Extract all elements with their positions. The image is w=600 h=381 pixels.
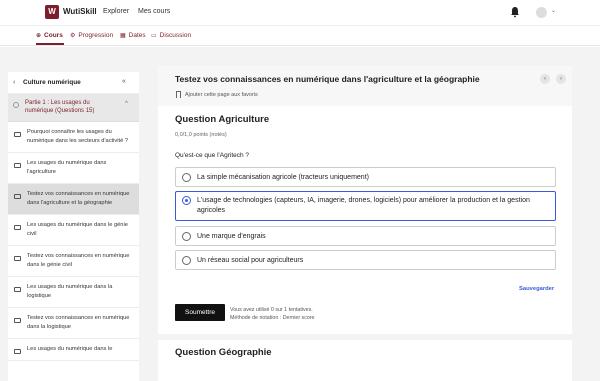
nav-explorer[interactable]: Explorer <box>103 8 129 15</box>
tab-label: Progression <box>78 32 114 39</box>
unit-icon <box>14 132 21 137</box>
tab-label: Cours <box>44 32 63 39</box>
nav-mes-cours[interactable]: Mes cours <box>138 8 170 15</box>
unit-icon <box>14 287 21 292</box>
sidebar-item[interactable]: Testez vos connaissances en numérique da… <box>8 246 139 277</box>
option-label: La simple mécanisation agricole (tracteu… <box>197 174 369 181</box>
gear-icon: ⚙ <box>70 33 76 39</box>
bookmark-icon <box>176 91 181 98</box>
option-label: Une marque d'engrais <box>197 233 266 240</box>
question-divider <box>158 334 572 340</box>
unit-header: Testez vos connaissances en numérique da… <box>158 66 572 106</box>
sidebar-item-label: Les usages du numérique dans le <box>27 346 113 352</box>
submit-button[interactable]: Soumettre <box>175 304 225 321</box>
save-link[interactable]: Sauvegarder <box>519 286 554 292</box>
sidebar-item-label: Testez vos connaissances en numérique da… <box>27 315 130 330</box>
previous-unit-button[interactable]: ‹ <box>540 74 550 84</box>
chevron-down-icon[interactable]: ⌄ <box>551 7 556 14</box>
radio-button[interactable] <box>182 256 191 265</box>
radio-button[interactable] <box>182 232 191 241</box>
book-icon: ⊕ <box>36 33 42 39</box>
page-title: Testez vos connaissances en numérique da… <box>175 74 480 84</box>
bookmark-link[interactable]: Ajouter cette page aux favoris <box>176 91 258 98</box>
main-content: Testez vos connaissances en numérique da… <box>158 66 572 381</box>
sidebar-item-label: Les usages du numérique dans la logistiq… <box>27 284 113 299</box>
attempts-info: Vous avez utilisé 0 sur 1 tentatives. Mé… <box>230 306 315 322</box>
question-title: Question Agriculture <box>175 114 270 125</box>
sidebar-header: ‹ Culture numérique « <box>8 72 139 94</box>
chat-icon: ▭ <box>151 33 157 39</box>
unit-icon <box>14 194 21 199</box>
top-bar: W WutiSkill Explorer Mes cours ⌄ <box>0 0 600 26</box>
radio-button-selected[interactable] <box>182 196 191 205</box>
unit-icon <box>14 256 21 261</box>
tab-cours[interactable]: ⊕ Cours <box>36 32 63 39</box>
section-label: Partie 1 : Les usages du numérique (Ques… <box>25 100 95 114</box>
course-tabs: ⊕ Cours ⚙ Progression ▦ Dates ▭ Discussi… <box>0 26 600 46</box>
tab-progression[interactable]: ⚙ Progression <box>70 32 113 39</box>
grading-method: Méthode de notation : Dernier score <box>230 315 315 321</box>
brand-name[interactable]: WutiSkill <box>63 7 97 16</box>
option-label: Un réseau social pour agriculteurs <box>197 257 304 264</box>
sidebar-item-label: Testez vos connaissances en numérique da… <box>27 253 130 268</box>
sidebar-item[interactable]: Pourquoi connaître les usages du numériq… <box>8 122 139 153</box>
chevron-up-icon[interactable]: ^ <box>125 101 128 107</box>
sidebar-item[interactable]: Les usages du numérique dans le <box>8 339 139 361</box>
tab-label: Discussion <box>159 32 192 39</box>
next-unit-button[interactable]: › <box>556 74 566 84</box>
tab-discussion[interactable]: ▭ Discussion <box>151 32 191 39</box>
tab-label: Dates <box>128 32 146 39</box>
sidebar-item[interactable]: Les usages du numérique dans le génie ci… <box>8 215 139 246</box>
question-title: Question Géographie <box>175 347 272 358</box>
unit-icon <box>14 225 21 230</box>
option-label: L'usage de technologies (capteurs, IA, i… <box>197 197 530 214</box>
logo[interactable]: W <box>45 5 59 19</box>
back-chevron-icon[interactable]: ‹ <box>13 79 15 86</box>
section-status-icon <box>13 102 19 108</box>
sidebar-item-label: Pourquoi connaître les usages du numériq… <box>27 129 128 144</box>
question-prompt: Qu'est-ce que l'Agritech ? <box>175 152 250 159</box>
user-avatar-icon[interactable] <box>536 7 547 18</box>
sidebar-item-label: Testez vos connaissances en numérique da… <box>27 191 130 206</box>
tab-dates[interactable]: ▦ Dates <box>120 32 146 39</box>
sidebar-item-active[interactable]: Testez vos connaissances en numérique da… <box>8 184 139 215</box>
sidebar-title[interactable]: Culture numérique <box>23 79 81 86</box>
sidebar-item[interactable]: Testez vos connaissances en numérique da… <box>8 308 139 339</box>
collapse-sidebar-icon[interactable]: « <box>122 78 126 85</box>
sidebar-section[interactable]: Partie 1 : Les usages du numérique (Ques… <box>8 94 139 122</box>
sidebar-item[interactable]: Les usages du numérique dans la logistiq… <box>8 277 139 308</box>
calendar-icon: ▦ <box>120 33 126 39</box>
unit-icon <box>14 318 21 323</box>
active-tab-indicator <box>36 43 64 45</box>
radio-button[interactable] <box>182 173 191 182</box>
answer-option-selected[interactable]: L'usage de technologies (capteurs, IA, i… <box>175 191 556 221</box>
bookmark-label: Ajouter cette page aux favoris <box>185 91 258 98</box>
answer-option[interactable]: Un réseau social pour agriculteurs <box>175 250 556 270</box>
sidebar-item-label: Les usages du numérique dans l'agricultu… <box>27 160 107 175</box>
course-outline-sidebar: ‹ Culture numérique « Partie 1 : Les usa… <box>8 72 139 381</box>
unit-icon <box>14 349 21 354</box>
answer-option[interactable]: Une marque d'engrais <box>175 226 556 246</box>
question-points: 0,0/1,0 points (notés) <box>175 132 227 138</box>
sidebar-item-label: Les usages du numérique dans le génie ci… <box>27 222 128 237</box>
attempts-count: Vous avez utilisé 0 sur 1 tentatives. <box>230 307 313 313</box>
bell-icon[interactable] <box>510 6 520 18</box>
answer-option[interactable]: La simple mécanisation agricole (tracteu… <box>175 167 556 187</box>
sidebar-item[interactable]: Les usages du numérique dans l'agricultu… <box>8 153 139 184</box>
unit-icon <box>14 163 21 168</box>
